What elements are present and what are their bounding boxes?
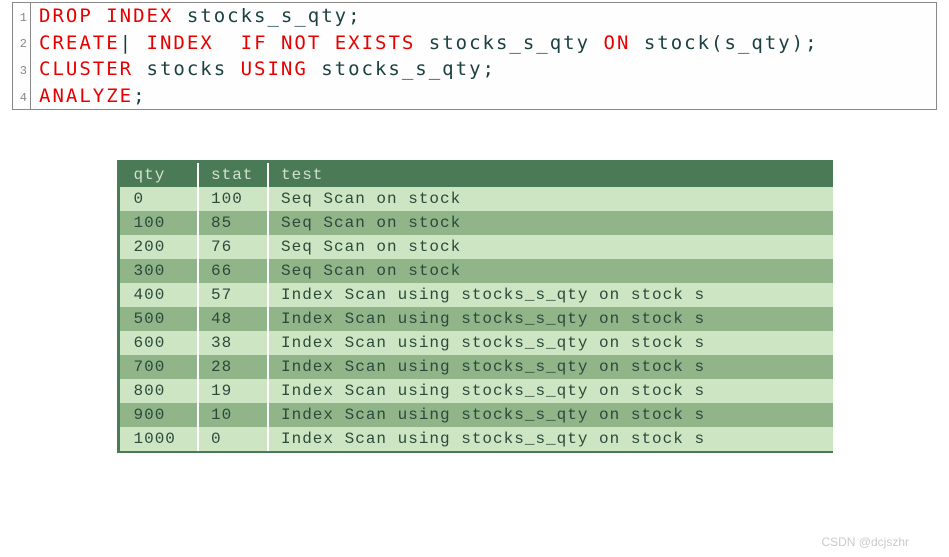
code-line: 2CREATE| INDEX IF NOT EXISTS stocks_s_qt… [13, 30, 936, 57]
cell-stat: 19 [198, 379, 268, 403]
cell-test: Seq Scan on stock [268, 211, 833, 235]
cell-test: Index Scan using stocks_s_qty on stock s [268, 379, 833, 403]
cell-qty: 800 [118, 379, 198, 403]
sql-keyword: IF NOT EXISTS [241, 32, 416, 54]
table-row: 50048Index Scan using stocks_s_qty on st… [118, 307, 833, 331]
table-header-qty: qty [118, 162, 198, 188]
code-line: 3CLUSTER stocks USING stocks_s_qty; [13, 56, 936, 83]
cell-qty: 300 [118, 259, 198, 283]
table-header-stat: stat [198, 162, 268, 188]
cell-stat: 48 [198, 307, 268, 331]
cell-qty: 100 [118, 211, 198, 235]
sql-identifier: ; [133, 85, 146, 107]
results-table: qtystattest 0100Seq Scan on stock10085Se… [117, 160, 833, 453]
cell-qty: 600 [118, 331, 198, 355]
sql-identifier: stocks_s_qty; [308, 58, 496, 80]
cell-qty: 0 [118, 187, 198, 211]
line-number: 1 [13, 3, 31, 30]
cell-stat: 38 [198, 331, 268, 355]
cell-stat: 66 [198, 259, 268, 283]
sql-identifier [227, 32, 240, 54]
table-row: 0100Seq Scan on stock [118, 187, 833, 211]
table-row: 40057Index Scan using stocks_s_qty on st… [118, 283, 833, 307]
cell-test: Index Scan using stocks_s_qty on stock s [268, 331, 833, 355]
cell-test: Index Scan using stocks_s_qty on stock s [268, 427, 833, 452]
cell-test: Index Scan using stocks_s_qty on stock s [268, 307, 833, 331]
line-number: 4 [13, 83, 31, 110]
sql-identifier: | [120, 32, 147, 54]
sql-keyword: USING [241, 58, 308, 80]
sql-identifier: stocks_s_qty [415, 32, 603, 54]
code-content: ANALYZE; [31, 83, 147, 110]
code-content: DROP INDEX stocks_s_qty; [31, 3, 362, 30]
cell-test: Seq Scan on stock [268, 187, 833, 211]
table-row: 20076Seq Scan on stock [118, 235, 833, 259]
table-row: 10085Seq Scan on stock [118, 211, 833, 235]
watermark-text: CSDN @dcjszhr [821, 535, 909, 549]
cell-qty: 400 [118, 283, 198, 307]
table-row: 90010Index Scan using stocks_s_qty on st… [118, 403, 833, 427]
cell-stat: 0 [198, 427, 268, 452]
line-number: 3 [13, 56, 31, 83]
cell-stat: 10 [198, 403, 268, 427]
table-row: 60038Index Scan using stocks_s_qty on st… [118, 331, 833, 355]
cell-test: Seq Scan on stock [268, 235, 833, 259]
cell-stat: 76 [198, 235, 268, 259]
cell-qty: 900 [118, 403, 198, 427]
table-header-row: qtystattest [118, 162, 833, 188]
sql-identifier: stocks_s_qty; [173, 5, 361, 27]
cell-test: Index Scan using stocks_s_qty on stock s [268, 403, 833, 427]
cell-qty: 700 [118, 355, 198, 379]
sql-code-block: 1DROP INDEX stocks_s_qty;2CREATE| INDEX … [12, 2, 937, 110]
cell-test: Index Scan using stocks_s_qty on stock s [268, 355, 833, 379]
sql-keyword: CLUSTER [39, 58, 133, 80]
code-line: 1DROP INDEX stocks_s_qty; [13, 3, 936, 30]
table-header-test: test [268, 162, 833, 188]
code-line: 4ANALYZE; [13, 83, 936, 110]
cell-stat: 100 [198, 187, 268, 211]
code-content: CREATE| INDEX IF NOT EXISTS stocks_s_qty… [31, 30, 819, 57]
sql-keyword: INDEX [147, 32, 228, 54]
cell-test: Index Scan using stocks_s_qty on stock s [268, 283, 833, 307]
table-row: 70028Index Scan using stocks_s_qty on st… [118, 355, 833, 379]
cell-stat: 57 [198, 283, 268, 307]
results-table-container: qtystattest 0100Seq Scan on stock10085Se… [117, 160, 833, 453]
cell-test: Seq Scan on stock [268, 259, 833, 283]
line-number: 2 [13, 30, 31, 57]
cell-qty: 1000 [118, 427, 198, 452]
code-content: CLUSTER stocks USING stocks_s_qty; [31, 56, 496, 83]
cell-stat: 85 [198, 211, 268, 235]
table-row: 10000Index Scan using stocks_s_qty on st… [118, 427, 833, 452]
sql-identifier: stocks [133, 58, 241, 80]
cell-stat: 28 [198, 355, 268, 379]
table-row: 80019Index Scan using stocks_s_qty on st… [118, 379, 833, 403]
sql-keyword: DROP INDEX [39, 5, 173, 27]
cell-qty: 500 [118, 307, 198, 331]
sql-keyword: ANALYZE [39, 85, 133, 107]
sql-keyword: CREATE [39, 32, 120, 54]
table-row: 30066Seq Scan on stock [118, 259, 833, 283]
cell-qty: 200 [118, 235, 198, 259]
sql-keyword: ON [604, 32, 631, 54]
sql-identifier: stock(s_qty); [630, 32, 818, 54]
